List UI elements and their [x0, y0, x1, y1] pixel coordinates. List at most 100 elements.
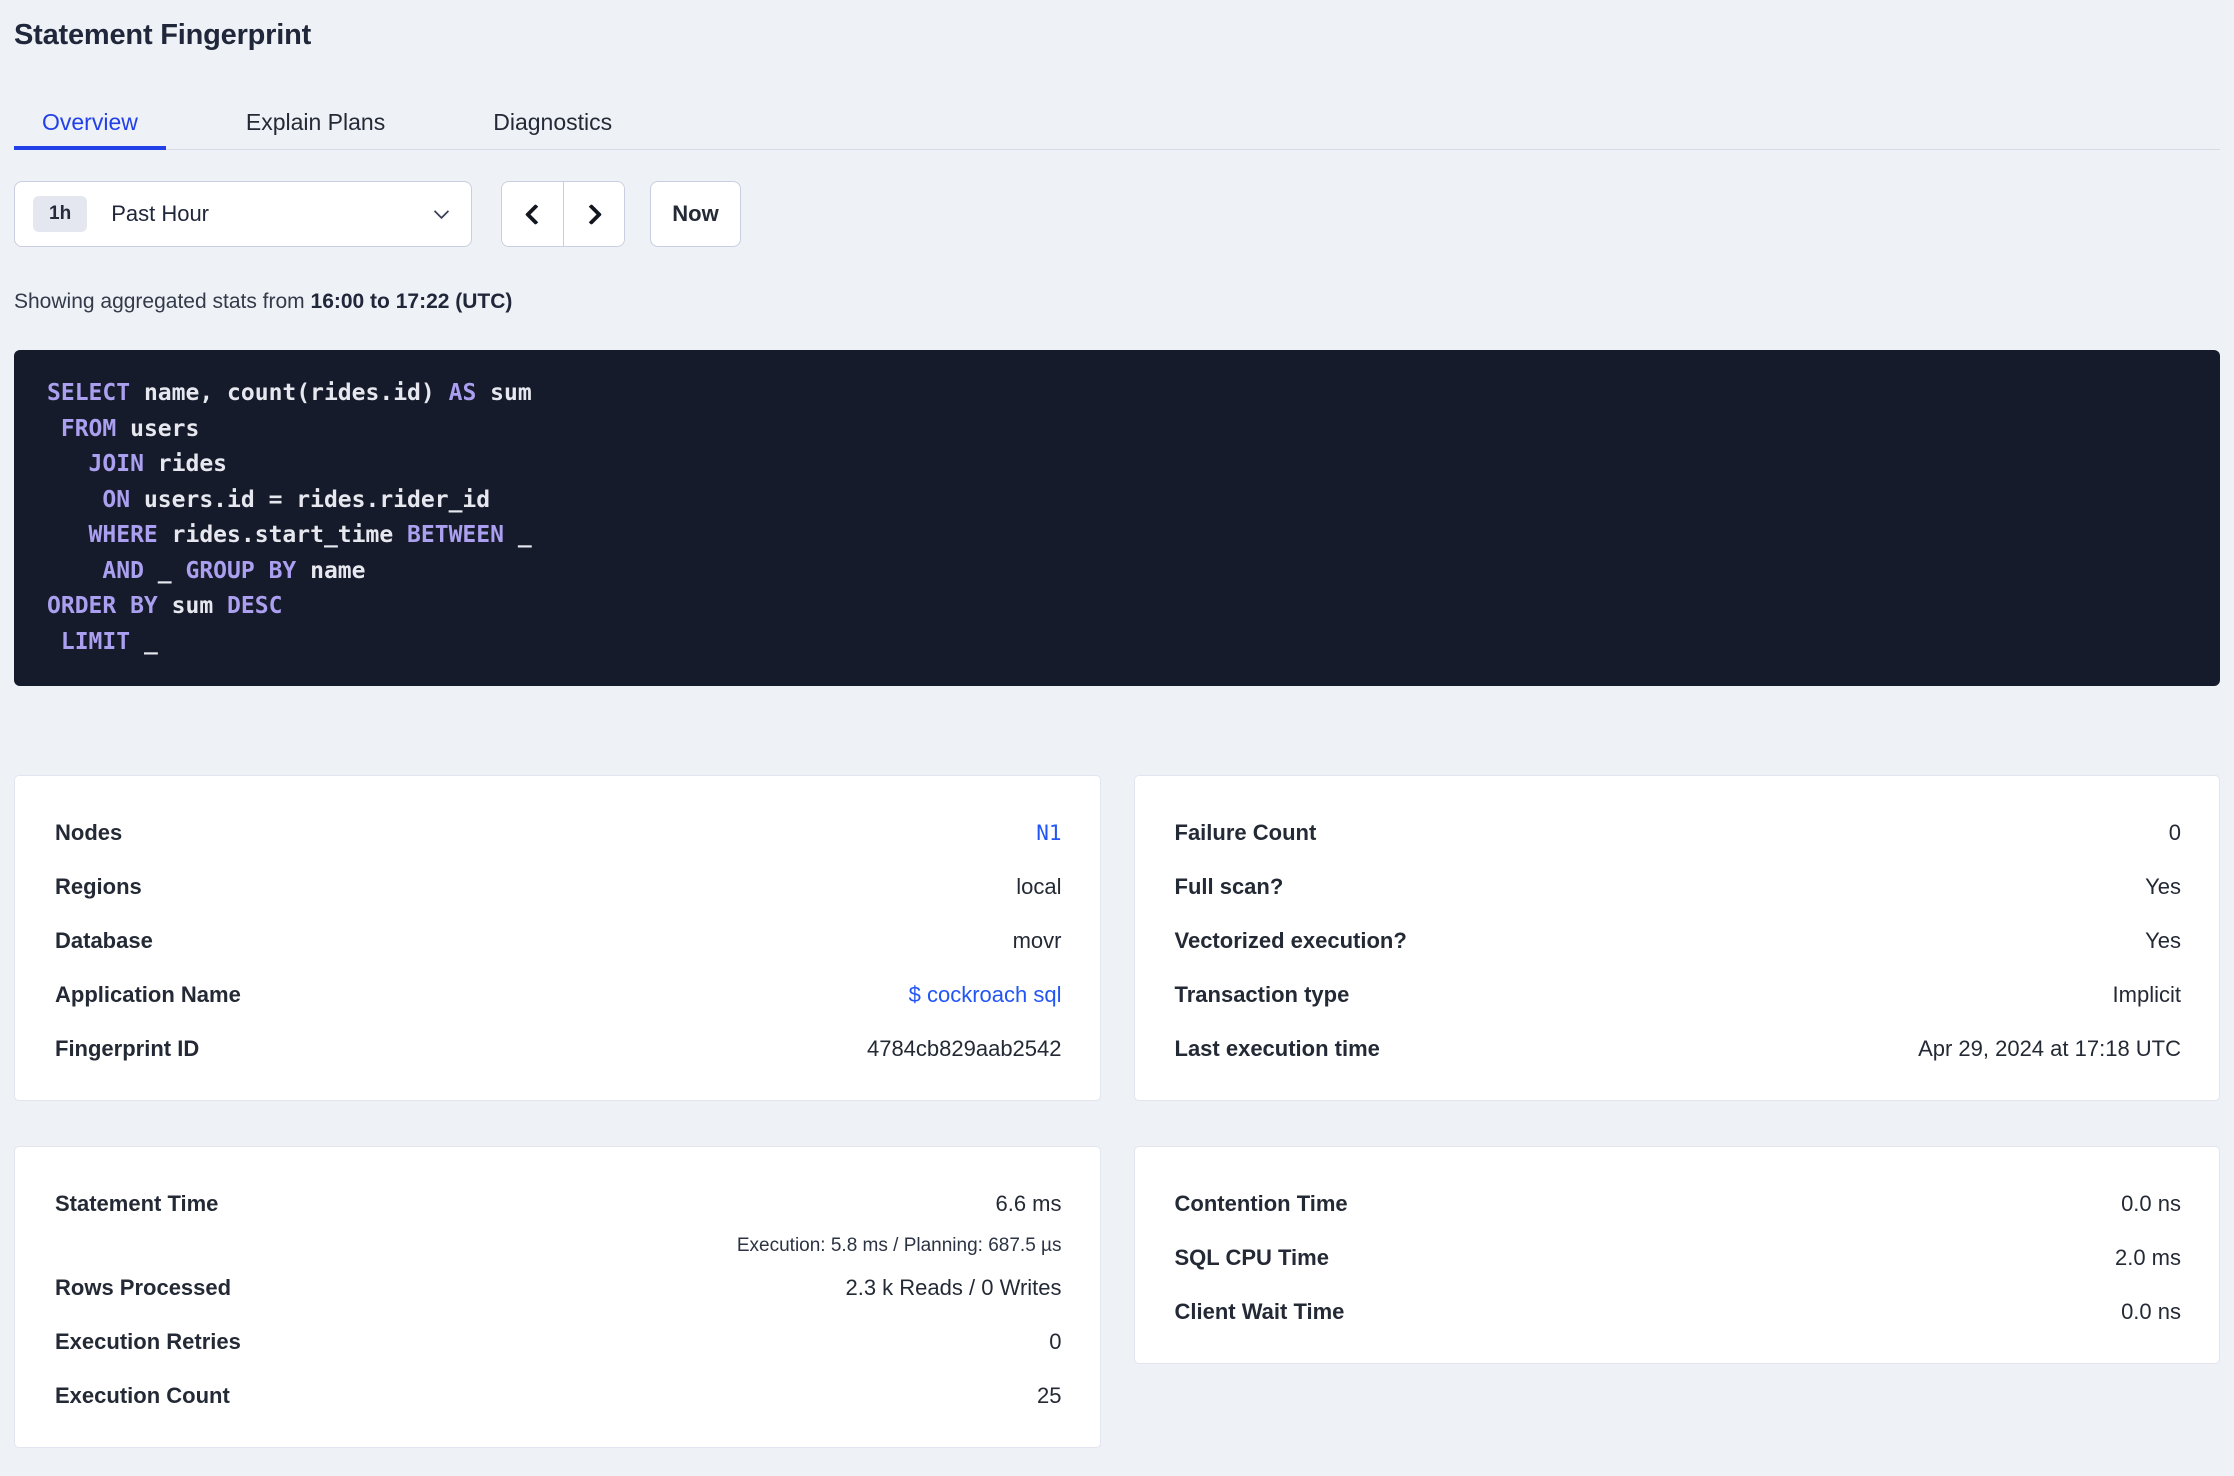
- sql-line: LIMIT _: [47, 625, 2187, 661]
- sql-keyword: ON: [102, 486, 131, 513]
- detail-value: 0: [1049, 1329, 1062, 1354]
- detail-label: Nodes: [55, 820, 123, 845]
- detail-value: movr: [1012, 928, 1062, 953]
- vectorized-execution-row: Vectorized execution? Yes: [1175, 914, 2182, 968]
- sql-text: name: [296, 557, 366, 584]
- detail-label: Execution Count: [55, 1383, 230, 1408]
- detail-label: Regions: [55, 874, 142, 899]
- transaction-type-row: Transaction type Implicit: [1175, 968, 2182, 1022]
- detail-value: 2.0 ms: [2114, 1245, 2181, 1270]
- database-row: Database movr: [55, 914, 1062, 968]
- sql-text: users.id = rides.rider_id: [130, 486, 491, 513]
- tab-overview[interactable]: Overview: [14, 98, 166, 150]
- sql-text: rides: [143, 451, 228, 477]
- sql-line: AND _ GROUP BY name: [47, 554, 2187, 590]
- chevron-left-icon: [524, 203, 547, 225]
- sql-keyword: JOIN: [88, 451, 144, 477]
- fingerprint-id-row: Fingerprint ID 4784cb829aab2542: [55, 1022, 1062, 1076]
- detail-label: Fingerprint ID: [55, 1036, 200, 1061]
- detail-value: Yes: [2145, 928, 2181, 953]
- detail-value: 0: [2168, 820, 2181, 845]
- detail-label: Application Name: [55, 982, 241, 1007]
- rows-processed-row: Rows Processed 2.3 k Reads / 0 Writes: [55, 1261, 1062, 1315]
- overview-details-card: Nodes N1 Regions local Database movr Applicati…: [14, 775, 1101, 1101]
- client-wait-time-row: Client Wait Time 0.0 ns: [1175, 1285, 2182, 1339]
- nodes-row: Nodes N1: [55, 806, 1062, 860]
- detail-value: 6.6 ms: [995, 1191, 1062, 1216]
- detail-value: 25: [1037, 1383, 1062, 1408]
- tab-diagnostics[interactable]: Diagnostics: [465, 98, 640, 150]
- details-grid: Nodes N1 Regions local Database movr Applicati…: [14, 775, 2220, 1448]
- sql-keyword: ORDER BY: [47, 593, 158, 619]
- sql-keyword: DESC: [227, 593, 283, 619]
- detail-value: 4784cb829aab2542: [866, 1036, 1062, 1061]
- time-interval-badge: 1h: [33, 196, 88, 232]
- detail-subvalue: Execution: 5.8 ms / Planning: 687.5 µs: [736, 1235, 1062, 1256]
- tab-bar: Overview Explain Plans Diagnostics: [14, 98, 2220, 150]
- sql-line: WHERE rides.start_time BETWEEN _: [47, 518, 2187, 554]
- detail-label: Database: [55, 928, 153, 953]
- sql-keyword: SELECT: [47, 380, 131, 406]
- detail-value: 0.0 ns: [2121, 1191, 2181, 1216]
- full-scan-row: Full scan? Yes: [1175, 860, 2182, 914]
- time-range-dropdown[interactable]: 1h Past Hour: [14, 181, 472, 247]
- sql-keyword: BETWEEN: [407, 522, 504, 548]
- sql-text: _: [143, 557, 186, 584]
- detail-value-block: 6.6 ms Execution: 5.8 ms / Planning: 687.…: [737, 1177, 1062, 1261]
- next-range-button[interactable]: [563, 182, 624, 246]
- detail-label: SQL CPU Time: [1174, 1245, 1329, 1270]
- sql-keyword: FROM: [60, 415, 117, 442]
- sql-text: rides.start_time: [157, 522, 408, 548]
- detail-value: 2.3 k Reads / 0 Writes: [845, 1275, 1062, 1300]
- sql-keyword: GROUP BY: [185, 557, 297, 584]
- stats-prefix: Showing aggregated stats from: [14, 290, 305, 313]
- execution-count-row: Execution Count 25: [55, 1369, 1062, 1423]
- sql-text: sum: [476, 380, 532, 406]
- tab-explain-plans[interactable]: Explain Plans: [218, 98, 413, 150]
- statement-timing-card: Statement Time 6.6 ms Execution: 5.8 ms / …: [14, 1146, 1101, 1448]
- detail-label: Contention Time: [1174, 1191, 1348, 1216]
- sql-keyword: LIMIT: [60, 628, 131, 655]
- time-range-label: Past Hour: [111, 201, 210, 226]
- time-range-pager: [501, 181, 625, 247]
- nodes-link[interactable]: N1: [1036, 821, 1061, 845]
- prev-range-button[interactable]: [502, 182, 563, 246]
- sql-keyword: AS: [448, 380, 477, 406]
- execution-attributes-card: Failure Count 0 Full scan? Yes Vectorized ex…: [1133, 775, 2220, 1101]
- sql-text: name, count(rides.id): [130, 380, 449, 406]
- sql-keyword: WHERE: [88, 522, 158, 548]
- detail-value: 0.0 ns: [2121, 1299, 2181, 1324]
- chevron-down-icon: [433, 203, 450, 219]
- page-title: Statement Fingerprint: [14, 19, 312, 51]
- sql-line: JOIN rides: [47, 447, 2187, 483]
- now-button[interactable]: Now: [650, 181, 741, 247]
- sql-cpu-time-row: SQL CPU Time 2.0 ms: [1175, 1231, 2182, 1285]
- detail-label: Last execution time: [1174, 1036, 1380, 1061]
- detail-value: local: [1016, 874, 1062, 899]
- statement-fingerprint-page: Statement Fingerprint Overview Explain Pl…: [0, 18, 2234, 1448]
- detail-label: Statement Time: [55, 1191, 219, 1216]
- detail-label: Rows Processed: [55, 1275, 232, 1300]
- sql-line: FROM users: [47, 412, 2187, 448]
- detail-value: Apr 29, 2024 at 17:18 UTC: [1918, 1036, 2181, 1061]
- stats-range: 16:00 to 17:22 (UTC): [310, 290, 513, 313]
- aggregated-stats-line: Showing aggregated stats from 16:00 to 1…: [14, 290, 2220, 314]
- contention-time-row: Contention Time 0.0 ns: [1175, 1177, 2182, 1231]
- detail-value: Yes: [2145, 874, 2181, 899]
- failure-count-row: Failure Count 0: [1175, 806, 2182, 860]
- application-name-row: Application Name $ cockroach sql: [55, 968, 1062, 1022]
- application-name-link[interactable]: $ cockroach sql: [909, 982, 1062, 1008]
- detail-label: Client Wait Time: [1174, 1299, 1345, 1324]
- sql-line: ON users.id = rides.rider_id: [47, 483, 2187, 519]
- detail-label: Transaction type: [1174, 982, 1350, 1007]
- sql-statement-box: SELECT name, count(rides.id) AS sum FROM…: [14, 350, 2220, 686]
- detail-label: Full scan?: [1174, 874, 1284, 899]
- detail-label: Failure Count: [1174, 820, 1317, 845]
- chevron-right-icon: [580, 203, 602, 225]
